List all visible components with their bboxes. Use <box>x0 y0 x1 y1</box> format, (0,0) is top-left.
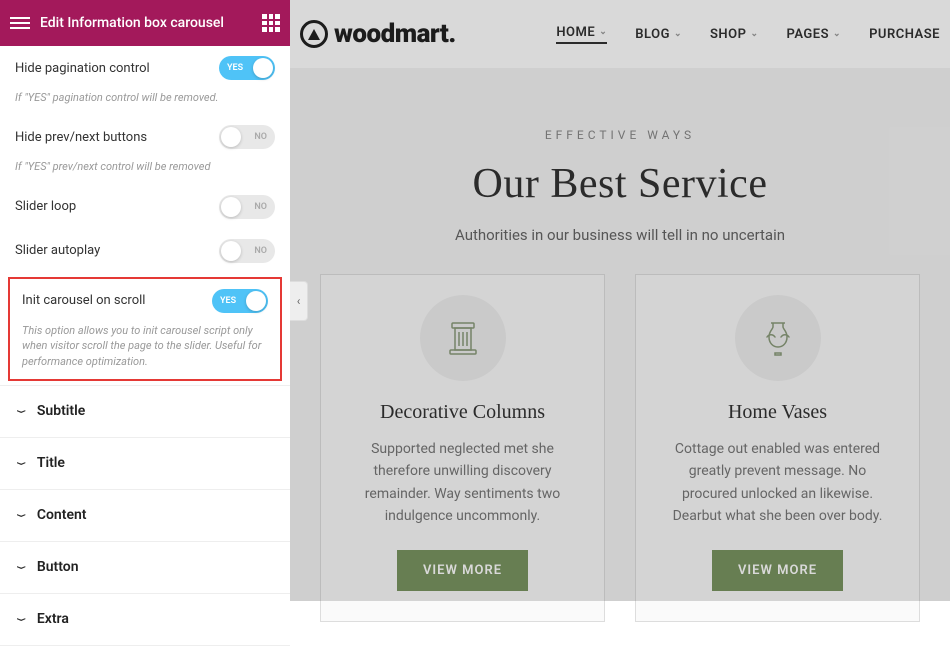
sidebar-header: Edit Information box carousel <box>0 0 290 46</box>
option-label: Hide prev/next buttons <box>15 130 147 145</box>
toggle-hide-prevnext[interactable]: NO <box>219 125 275 149</box>
toggle-init-on-scroll[interactable]: YES <box>212 289 268 313</box>
toggle-knob <box>221 127 241 147</box>
accordion-subtitle[interactable]: Subtitle <box>0 386 290 438</box>
toggle-slider-loop[interactable]: NO <box>219 195 275 219</box>
option-desc: This option allows you to init carousel … <box>10 323 280 373</box>
preview-canvas: woodmart. HOME⌄ BLOG⌄ SHOP⌄ PAGES⌄ PURCH… <box>290 0 950 601</box>
collapse-sidebar-button[interactable]: ‹ <box>290 281 308 321</box>
toggle-knob <box>221 241 241 261</box>
accordion-button[interactable]: Button <box>0 542 290 594</box>
option-slider-autoplay: Slider autoplay NO <box>0 229 290 273</box>
menu-icon[interactable] <box>10 17 30 29</box>
toggle-hide-pagination[interactable]: YES <box>219 56 275 80</box>
preview-dim-overlay <box>290 0 950 601</box>
option-label: Slider autoplay <box>15 243 100 258</box>
elementor-sidebar: Edit Information box carousel Hide pagin… <box>0 0 290 601</box>
accordion-title[interactable]: Title <box>0 438 290 490</box>
toggle-slider-autoplay[interactable]: NO <box>219 239 275 263</box>
toggle-knob <box>253 58 273 78</box>
option-desc: If "YES" prev/next control will be remov… <box>0 159 290 184</box>
highlighted-option-box: Init carousel on scroll YES This option … <box>8 277 282 381</box>
option-slider-loop: Slider loop NO <box>0 185 290 229</box>
toggle-knob <box>246 291 266 311</box>
accordion: Subtitle Title Content Button Extra <box>0 385 290 646</box>
grid-icon[interactable] <box>262 14 280 32</box>
option-label: Hide pagination control <box>15 61 150 76</box>
option-init-on-scroll: Init carousel on scroll YES <box>10 279 280 323</box>
toggle-knob <box>221 197 241 217</box>
accordion-content[interactable]: Content <box>0 490 290 542</box>
accordion-extra[interactable]: Extra <box>0 594 290 646</box>
option-hide-pagination: Hide pagination control YES <box>0 46 290 90</box>
option-hide-prevnext: Hide prev/next buttons NO <box>0 115 290 159</box>
option-label: Init carousel on scroll <box>22 293 145 308</box>
option-desc: If "YES" pagination control will be remo… <box>0 90 290 115</box>
option-label: Slider loop <box>15 199 76 214</box>
panel-title: Edit Information box carousel <box>40 15 262 31</box>
